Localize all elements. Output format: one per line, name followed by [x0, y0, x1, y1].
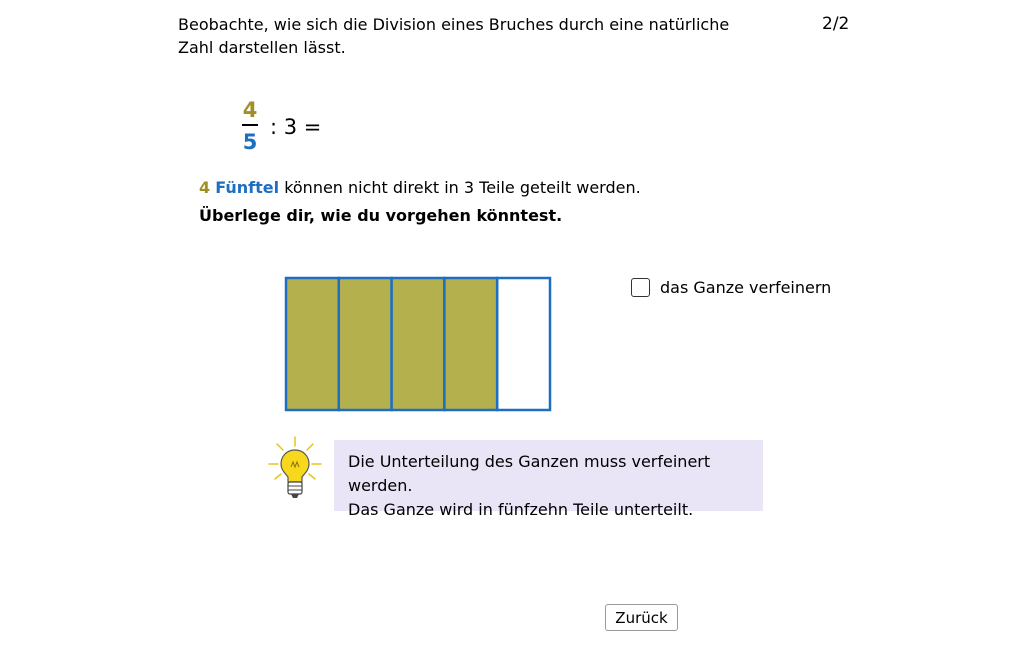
filled-part — [390, 276, 446, 412]
page-indicator: 2/2 — [822, 14, 850, 34]
refine-checkbox-row[interactable]: das Ganze verfeinern — [631, 278, 831, 297]
hint-line-1: Die Unterteilung des Ganzen muss verfein… — [348, 452, 711, 495]
lightbulb-icon — [268, 436, 322, 498]
filled-part — [443, 276, 499, 412]
explanation-line: 4 Fünftel können nicht direkt in 3 Teile… — [199, 178, 641, 197]
explanation-rest: können nicht direkt in 3 Teile geteilt w… — [284, 178, 641, 197]
prompt-text: Überlege dir, wie du vorgehen könntest. — [199, 206, 563, 225]
hint-line-2: Das Ganze wird in fünfzehn Teile unterte… — [348, 500, 694, 519]
explanation-unit: Fünftel — [215, 178, 280, 197]
back-button[interactable]: Zurück — [605, 604, 678, 631]
refine-checkbox-label[interactable]: das Ganze verfeinern — [660, 278, 831, 297]
fraction-bar — [242, 124, 258, 126]
fraction-model — [284, 276, 552, 412]
filled-part — [284, 276, 341, 412]
fraction-display: 4 5 — [240, 98, 260, 154]
instruction-text: Beobachte, wie sich die Division eines B… — [178, 15, 730, 57]
refine-checkbox[interactable] — [631, 278, 650, 297]
hint-box: Die Unterteilung des Ganzen muss verfein… — [334, 440, 763, 519]
explanation-count: 4 — [199, 178, 211, 197]
fraction-numerator: 4 — [242, 98, 258, 122]
filled-part — [337, 276, 393, 412]
equation-divisor: : 3 = — [270, 115, 322, 139]
empty-part — [495, 276, 552, 412]
fraction-denominator: 5 — [242, 130, 258, 154]
